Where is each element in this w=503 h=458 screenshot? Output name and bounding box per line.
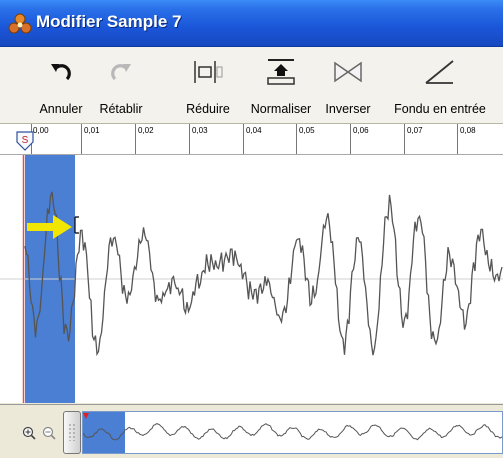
trim-label: Réduire [186,102,230,116]
overview-scroll-handle[interactable] [63,411,81,454]
window-title: Modifier Sample 7 [36,12,182,31]
overview-waveform-line [83,423,502,441]
undo-button[interactable]: Annuler [32,47,90,123]
toolbar: Annuler Rétablir Réduire Normaliser Inve… [0,47,503,124]
start-marker-label: S [22,135,29,146]
fade-in-icon [425,60,454,84]
grip-icon [69,424,75,441]
ruler-label: 0,05 [299,126,315,135]
overview-waveform[interactable] [82,411,503,454]
fade-in-label: Fondu en entrée [394,102,486,116]
waveform-editor[interactable] [0,155,503,403]
zoom-out-icon[interactable] [42,426,56,440]
ruler-label: 0,06 [353,126,369,135]
undo-label: Annuler [39,102,83,116]
waveform [24,191,503,357]
reverse-label: Inverser [325,102,371,116]
app-logo-icon [8,13,32,34]
ruler-tick: 0,05 [296,124,315,154]
reverse-button[interactable]: Inverser [316,47,380,123]
ruler-tick: 0,03 [189,124,208,154]
start-marker[interactable]: S [16,131,34,151]
time-ruler[interactable]: 0,00 0,01 0,02 0,03 0,04 0,05 0,06 0,07 … [0,124,503,155]
ruler-label: 0,01 [84,126,100,135]
ruler-tick: 0,02 [135,124,154,154]
ruler-tick: 0,08 [457,124,476,154]
overview-selection [83,412,125,453]
normalize-icon [267,59,295,85]
ruler-tick: 0,04 [243,124,262,154]
undo-icon [51,64,71,81]
ruler-label: 0,02 [138,126,154,135]
zoom-in-icon[interactable] [22,426,36,440]
ruler-label: 0,04 [246,126,262,135]
redo-icon [111,64,131,81]
selection-edge-cursor [74,216,79,234]
ruler-label: 0,00 [33,126,49,135]
redo-label: Rétablir [99,102,143,116]
overview-bar [0,404,503,458]
fade-in-button[interactable]: Fondu en entrée [385,47,495,123]
normalize-button[interactable]: Normaliser [246,47,316,123]
ruler-tick: 0,01 [81,124,100,154]
reverse-icon [334,61,362,83]
ruler-label: 0,03 [192,126,208,135]
title-bar[interactable]: Modifier Sample 7 [0,0,503,47]
trim-button[interactable]: Réduire [180,47,236,123]
ruler-tick: 0,07 [404,124,423,154]
trim-icon [194,61,223,83]
ruler-label: 0,08 [460,126,476,135]
ruler-tick: 0,06 [350,124,369,154]
ruler-label: 0,07 [407,126,423,135]
normalize-label: Normaliser [250,102,312,116]
redo-button[interactable]: Rétablir [90,47,152,123]
